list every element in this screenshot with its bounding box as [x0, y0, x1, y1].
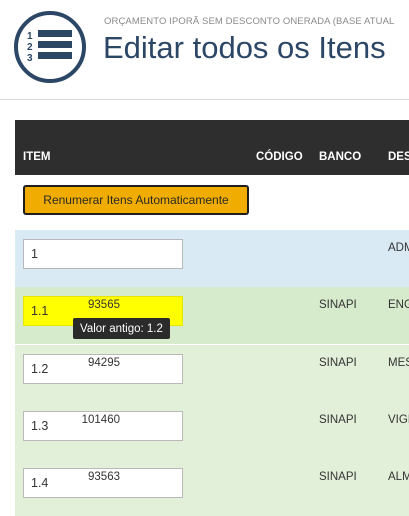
item-description: VIGI	[388, 414, 409, 426]
old-value-tooltip: Valor antigo: 1.2	[73, 318, 170, 339]
item-description: ADM	[388, 242, 409, 254]
budget-subtitle: ORÇAMENTO IPORÃ SEM DESCONTO ONERADA (BA…	[104, 16, 395, 27]
column-header-item[interactable]: ITEM	[23, 151, 50, 163]
page-header: 1 2 3 ORÇAMENTO IPORÃ SEM DESCONTO ONERA…	[0, 0, 409, 100]
column-header-description[interactable]: DES	[388, 151, 409, 163]
table-row: 101460 SINAPI VIGI	[15, 402, 409, 459]
svg-text:2: 2	[27, 42, 33, 53]
numbered-list-icon: 1 2 3	[14, 11, 86, 83]
table-row: 94295 SINAPI MES	[15, 345, 409, 402]
column-header-bank[interactable]: BANCO	[319, 151, 361, 163]
page-title: Editar todos os Itens	[103, 30, 386, 65]
item-description: ALM	[388, 471, 409, 483]
header-divider	[0, 99, 409, 100]
renumber-items-button[interactable]: Renumerar Itens Automaticamente	[23, 185, 249, 215]
column-header-code[interactable]: CÓDIGO	[256, 151, 303, 163]
item-bank: SINAPI	[319, 414, 357, 426]
table-row: ADM	[15, 230, 409, 288]
svg-text:3: 3	[27, 53, 33, 64]
item-code: 94295	[88, 357, 120, 369]
item-description: MES	[388, 357, 409, 369]
item-bank: SINAPI	[319, 299, 357, 311]
item-number-input[interactable]	[23, 239, 183, 269]
table-header: ITEM CÓDIGO BANCO DES	[15, 120, 409, 175]
svg-text:1: 1	[27, 31, 33, 42]
item-description: ENG	[388, 299, 409, 311]
toolbar-row: Renumerar Itens Automaticamente	[15, 175, 409, 230]
item-bank: SINAPI	[319, 471, 357, 483]
item-code: 93563	[88, 471, 120, 483]
item-bank: SINAPI	[319, 357, 357, 369]
item-code: 93565	[88, 299, 120, 311]
table-row: 93563 SINAPI ALM	[15, 459, 409, 516]
item-code: 101460	[81, 414, 120, 426]
